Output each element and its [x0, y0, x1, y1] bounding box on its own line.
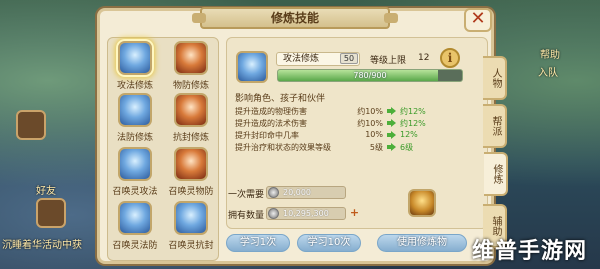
stat-name: 提升封印命中几率 — [235, 131, 299, 140]
stat-current: 约10% — [357, 119, 383, 128]
skill-label: 抗封修炼 — [172, 133, 209, 143]
bg-mail-icon[interactable] — [36, 198, 66, 228]
cost-once-value-box: 20,000 — [266, 186, 346, 199]
info-button[interactable]: i — [440, 48, 460, 68]
skill-label: 召唤灵攻法 — [112, 187, 158, 197]
stat-next: 12% — [400, 130, 418, 139]
skill-level-badge: 50 — [340, 53, 358, 64]
owned-value-box: 10,295,300 — [266, 207, 346, 220]
summon-seal-resist-skill-icon — [174, 201, 208, 235]
panel-title: 修炼技能 — [192, 7, 398, 29]
skill-attack-magic[interactable]: 攻法修炼 — [109, 41, 161, 91]
stat-list: 提升造成的物理伤害 约10% 约12% 提升造成的法术伤害 约10% 约12% … — [235, 106, 475, 154]
stat-row: 提升封印命中几率 10% 12% — [235, 130, 475, 142]
skill-label: 法防修炼 — [116, 133, 153, 143]
attack-magic-skill-icon — [118, 41, 152, 75]
skill-summon-magic-defense[interactable]: 召唤灵法防 — [109, 201, 161, 251]
stat-name: 提升造成的法术伤害 — [235, 119, 307, 128]
learn-once-button[interactable]: 学习1次 — [226, 234, 290, 252]
bg-bottom-text: 沉睡着华活动中获 — [2, 240, 82, 251]
bg-friend-label[interactable]: 好友 — [36, 182, 56, 197]
stat-row: 提升治疗和状态的效果等级 5级 6级 — [235, 142, 475, 154]
stat-row: 提升造成的物理伤害 约10% 约12% — [235, 106, 475, 118]
use-item-button[interactable]: 使用修炼物 — [377, 234, 467, 252]
skill-summon-physical-defense[interactable]: 召唤灵物防 — [165, 147, 217, 197]
physical-defense-skill-icon — [174, 41, 208, 75]
bg-join-team[interactable]: 入队 — [538, 64, 558, 79]
magic-defense-skill-icon — [118, 93, 152, 127]
stat-next: 约12% — [400, 119, 426, 128]
add-currency-button[interactable]: + — [349, 207, 360, 219]
treasure-chest-icon[interactable] — [408, 189, 436, 217]
stat-current: 5级 — [369, 143, 383, 152]
skill-summon-seal-resist[interactable]: 召唤灵抗封 — [165, 201, 217, 251]
skill-description: 影响角色、孩子和伙伴 — [235, 94, 326, 104]
level-max-value: 12 — [418, 53, 430, 63]
skill-label: 攻法修炼 — [116, 81, 153, 91]
stat-name: 提升造成的物理伤害 — [235, 107, 307, 116]
arrow-right-icon — [387, 119, 396, 127]
skill-seal-resist[interactable]: 抗封修炼 — [165, 93, 217, 143]
tab-character[interactable]: 人物 — [483, 56, 507, 100]
cost-once-label: 一次需要 — [228, 190, 265, 200]
bg-portrait-icon[interactable] — [16, 110, 46, 140]
skill-summon-attack[interactable]: 召唤灵攻法 — [109, 147, 161, 197]
skill-physical-defense[interactable]: 物防修炼 — [165, 41, 217, 91]
tab-guild[interactable]: 帮派 — [483, 104, 507, 148]
owned-label: 拥有数量 — [228, 211, 265, 221]
level-max-label: 等级上限 — [370, 56, 407, 66]
tab-cultivation[interactable]: 修炼 — [484, 152, 508, 196]
cost-once-value: 20,000 — [283, 188, 311, 197]
stat-next: 约12% — [400, 107, 426, 116]
summon-attack-skill-icon — [118, 147, 152, 181]
watermark: 维普手游网 — [472, 239, 588, 264]
silver-coin-icon — [268, 208, 279, 219]
stat-current: 10% — [365, 130, 383, 139]
skill-label: 召唤灵物防 — [168, 187, 214, 197]
progress-bar: 780/900 — [277, 69, 463, 82]
close-button[interactable]: ✕ — [464, 8, 492, 32]
bg-help[interactable]: 帮助 — [540, 46, 560, 61]
skill-label: 召唤灵抗封 — [168, 241, 214, 251]
arrow-right-icon — [387, 107, 396, 115]
arrow-right-icon — [387, 143, 396, 151]
skill-label: 召唤灵法防 — [112, 241, 158, 251]
progress-text: 780/900 — [353, 71, 387, 80]
owned-value: 10,295,300 — [283, 209, 329, 218]
selected-skill-icon — [236, 51, 268, 83]
stat-next: 6级 — [400, 143, 414, 152]
stat-row: 提升造成的法术伤害 约10% 约12% — [235, 118, 475, 130]
arrow-right-icon — [387, 131, 396, 139]
skill-magic-defense[interactable]: 法防修炼 — [109, 93, 161, 143]
skill-label: 物防修炼 — [172, 81, 209, 91]
stat-name: 提升治疗和状态的效果等级 — [235, 143, 331, 152]
learn-ten-button[interactable]: 学习10次 — [297, 234, 361, 252]
summon-magic-defense-skill-icon — [118, 201, 152, 235]
stat-current: 约10% — [357, 107, 383, 116]
seal-resist-skill-icon — [174, 93, 208, 127]
summon-physical-defense-skill-icon — [174, 147, 208, 181]
silver-coin-icon — [268, 187, 279, 198]
